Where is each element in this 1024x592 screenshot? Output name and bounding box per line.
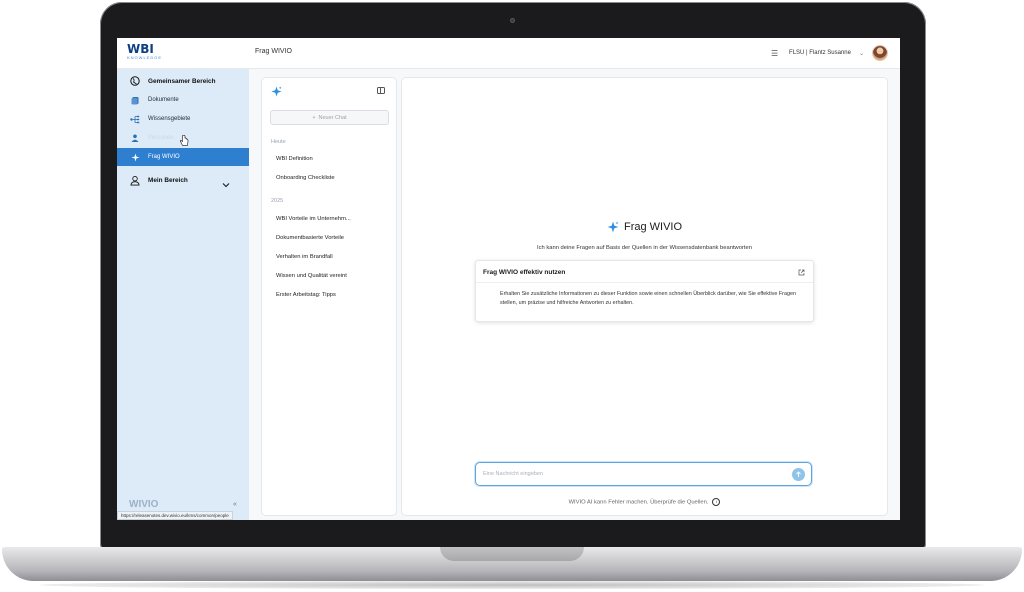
chat-history-item[interactable]: Verhalten im Brandfall bbox=[276, 254, 333, 260]
sidebar-item-label: Personen bbox=[148, 135, 174, 141]
avatar[interactable] bbox=[872, 45, 888, 61]
sidebar: Gemeinsamer Bereich Dokumente Wissensgeb… bbox=[117, 69, 249, 520]
welcome-subtitle: Ich kann deine Fragen auf Basis der Quel… bbox=[537, 245, 752, 251]
plus-icon: + bbox=[312, 114, 316, 121]
new-chat-button[interactable]: + Neuer Chat bbox=[270, 110, 389, 125]
user-area: ☰ FLSU | Flantz Susanne ⌄ bbox=[771, 44, 888, 62]
chat-history-item[interactable]: WBI Definition bbox=[276, 156, 313, 162]
sidebar-item-label: Wissensgebiete bbox=[148, 116, 191, 122]
sparkle-icon bbox=[130, 152, 140, 162]
sidebar-item-label: Gemeinsamer Bereich bbox=[148, 77, 216, 85]
sidebar-item-label: Mein Bereich bbox=[148, 176, 188, 184]
chat-history-item[interactable]: Dokumentbasierte Vorteile bbox=[276, 235, 344, 241]
sidebar-item-label: Frag WIVIO bbox=[148, 154, 180, 160]
arrow-up-icon bbox=[796, 471, 801, 477]
logo-text: WBI bbox=[127, 42, 154, 56]
welcome-hero: Frag WIVIO Ich kann deine Fragen auf Bas… bbox=[402, 220, 887, 251]
history-group-label: Heute bbox=[271, 139, 286, 145]
chat-history-panel: + Neuer Chat Heute WBI Definition Onboar… bbox=[261, 77, 397, 516]
new-chat-label: Neuer Chat bbox=[318, 114, 347, 121]
document-icon bbox=[130, 95, 140, 105]
chat-history-item[interactable]: Erster Arbeitstag: Tipps bbox=[276, 292, 336, 298]
sidebar-item-label: Dokumente bbox=[148, 97, 179, 103]
chevron-down-icon[interactable]: ⌄ bbox=[859, 50, 864, 57]
sidebar-item-gemeinsamer-bereich[interactable]: Gemeinsamer Bereich bbox=[117, 72, 249, 90]
chat-main-area: Frag WIVIO Ich kann deine Fragen auf Bas… bbox=[401, 77, 888, 516]
laptop-notch bbox=[440, 547, 584, 561]
app-screen: WBI KNOWLEDGE Frag WIVIO ☰ FLSU | Flantz… bbox=[117, 38, 900, 520]
sidebar-item-frag-wivio[interactable]: Frag WIVIO bbox=[117, 148, 249, 166]
info-card-title: Frag WIVIO effektiv nutzen bbox=[483, 269, 566, 276]
sparkle-icon bbox=[271, 86, 282, 97]
info-icon[interactable]: i bbox=[712, 498, 721, 506]
wbi-logo[interactable]: WBI KNOWLEDGE bbox=[127, 43, 167, 63]
message-input[interactable]: Eine Nachricht eingeben bbox=[475, 462, 812, 486]
laptop-shadow bbox=[40, 581, 984, 589]
list-icon[interactable]: ☰ bbox=[771, 49, 781, 58]
collapse-sidebar-icon[interactable]: « bbox=[233, 501, 237, 508]
sidebar-toggle-icon[interactable] bbox=[377, 87, 385, 94]
person-icon bbox=[130, 133, 140, 143]
chat-history-item[interactable]: Onboarding Checkliste bbox=[276, 175, 335, 181]
card-divider bbox=[476, 282, 813, 283]
page-title: Frag WIVIO bbox=[255, 48, 292, 55]
chat-history-item[interactable]: WBI Vorteile im Unternehm... bbox=[276, 216, 351, 222]
history-group-label: 2025 bbox=[271, 198, 284, 204]
send-button[interactable] bbox=[792, 468, 805, 481]
sidebar-item-mein-bereich[interactable]: Mein Bereich bbox=[117, 171, 249, 189]
user-icon bbox=[130, 175, 140, 185]
info-card[interactable]: Frag WIVIO effektiv nutzen Erhalten Sie … bbox=[475, 260, 814, 322]
ai-disclaimer-text: WIVIO AI kann Fehler machen. Überprüfe d… bbox=[568, 499, 709, 506]
globe-icon bbox=[130, 76, 140, 86]
wivio-footer-logo: WIVIO bbox=[129, 499, 159, 510]
welcome-title: Frag WIVIO bbox=[607, 221, 682, 233]
message-input-placeholder: Eine Nachricht eingeben bbox=[483, 471, 543, 477]
hand-cursor-icon bbox=[180, 135, 189, 146]
welcome-title-text: Frag WIVIO bbox=[623, 221, 683, 233]
ai-disclaimer: WIVIO AI kann Fehler machen. Überprüfe d… bbox=[402, 498, 887, 506]
chat-history-item[interactable]: Wissen und Qualität vereint bbox=[276, 273, 347, 279]
camera-icon bbox=[510, 18, 515, 23]
sparkle-icon bbox=[607, 221, 619, 233]
tree-icon bbox=[130, 114, 140, 124]
logo-tagline: KNOWLEDGE bbox=[127, 55, 163, 60]
top-bar: WBI KNOWLEDGE Frag WIVIO ☰ FLSU | Flantz… bbox=[117, 38, 900, 69]
external-link-icon[interactable] bbox=[798, 269, 805, 278]
chevron-down-icon[interactable] bbox=[222, 175, 230, 193]
sidebar-item-wissensgebiete[interactable]: Wissensgebiete bbox=[117, 110, 249, 128]
status-bar-url: https://releasenotes.dev.wivio.eu/kms/co… bbox=[117, 511, 233, 520]
user-menu-label[interactable]: FLSU | Flantz Susanne bbox=[789, 50, 851, 56]
sidebar-item-dokumente[interactable]: Dokumente bbox=[117, 91, 249, 109]
info-card-text: Erhalten Sie zusätzliche Informationen z… bbox=[500, 291, 796, 306]
